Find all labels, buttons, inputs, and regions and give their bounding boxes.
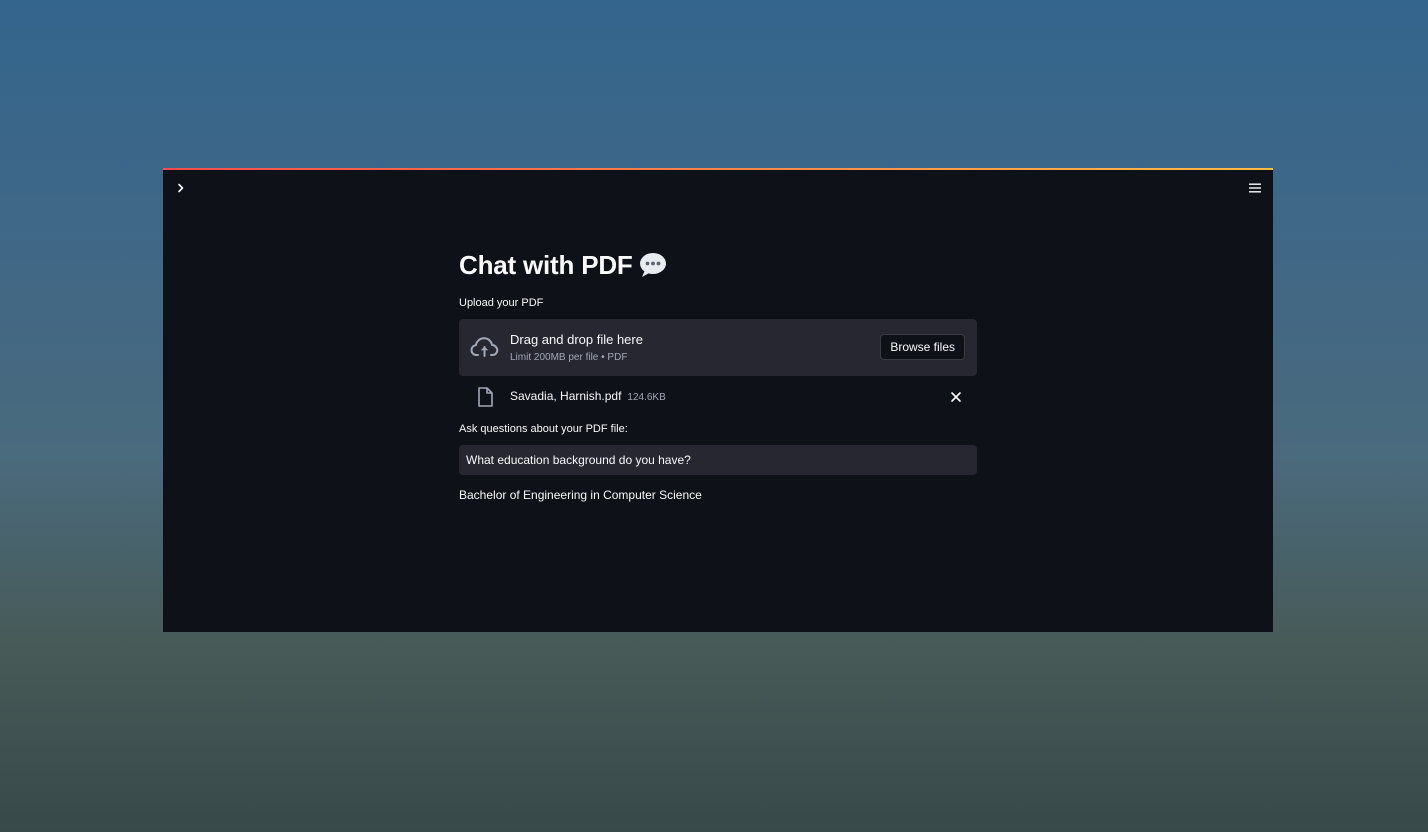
cloud-upload-icon <box>470 335 499 359</box>
page-title: Chat with PDF <box>459 246 977 284</box>
file-size: 124.6KB <box>627 392 666 403</box>
file-name-text: Savadia, Harnish.pdf <box>510 389 622 403</box>
browse-files-button[interactable]: Browse files <box>880 334 965 360</box>
page-title-text: Chat with PDF <box>459 249 633 280</box>
file-dropzone[interactable]: Drag and drop file here Limit 200MB per … <box>459 319 977 376</box>
answer-text: Bachelor of Engineering in Computer Scie… <box>459 488 702 502</box>
dropzone-title: Drag and drop file here <box>510 332 643 347</box>
upload-label: Upload your PDF <box>459 297 544 309</box>
dropzone-limit-text: Limit 200MB per file • PDF <box>510 352 628 363</box>
header-decoration-bar <box>163 168 1273 170</box>
remove-file-close-icon[interactable] <box>949 390 963 404</box>
file-icon <box>477 387 493 407</box>
sidebar-expand-chevron-icon[interactable] <box>171 178 191 198</box>
question-input[interactable] <box>459 445 977 475</box>
uploaded-file-name: Savadia, Harnish.pdf 124.6KB <box>510 389 666 403</box>
dropzone-instructions: Drag and drop file here Limit 200MB per … <box>510 332 643 365</box>
speech-bubble-icon <box>639 252 667 278</box>
app-window: Chat with PDF Upload your PDF Drag and d… <box>163 168 1273 632</box>
question-label: Ask questions about your PDF file: <box>459 423 628 435</box>
uploaded-file-row: Savadia, Harnish.pdf 124.6KB <box>459 384 977 410</box>
main-content: Chat with PDF Upload your PDF Drag and d… <box>459 246 977 502</box>
hamburger-menu-icon[interactable] <box>1245 178 1265 198</box>
